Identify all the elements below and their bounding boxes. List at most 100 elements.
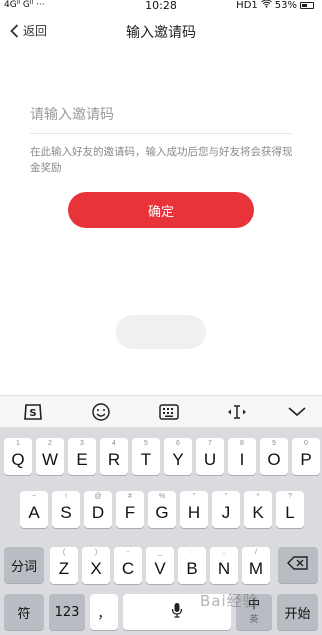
key-b[interactable]: :B bbox=[178, 547, 206, 584]
key-label: W bbox=[41, 449, 59, 469]
key-secondary-label: 2 bbox=[48, 440, 52, 447]
wifi-icon bbox=[260, 0, 272, 11]
key-secondary-label: ~ bbox=[31, 493, 37, 500]
key-label: M bbox=[248, 558, 264, 578]
key-secondary-label: " bbox=[192, 493, 196, 500]
key-r[interactable]: 4R bbox=[100, 438, 128, 475]
key-secondary-label: ) bbox=[94, 549, 98, 556]
key-y[interactable]: 6Y bbox=[164, 438, 192, 475]
key-secondary-label: / bbox=[255, 549, 257, 556]
key-label: U bbox=[203, 449, 217, 469]
nav-bar: 返回 输入邀请码 bbox=[0, 14, 322, 48]
key-secondary-label: _ bbox=[158, 549, 162, 556]
key-secondary-label: 3 bbox=[80, 440, 84, 447]
key-d[interactable]: @ D bbox=[84, 491, 112, 528]
key-label: H bbox=[187, 502, 201, 522]
key-secondary-label: ( bbox=[62, 549, 66, 556]
key-secondary-label: # bbox=[128, 493, 132, 500]
key-q[interactable]: 1Q bbox=[4, 438, 32, 475]
key-h[interactable]: " H bbox=[180, 491, 208, 528]
invite-code-input[interactable] bbox=[30, 100, 292, 130]
key-label: R bbox=[107, 449, 121, 469]
key-secondary-label: 6 bbox=[176, 440, 180, 447]
key-secondary-label: % bbox=[158, 493, 166, 500]
collapse-icon[interactable] bbox=[282, 401, 312, 423]
battery-icon bbox=[300, 1, 314, 9]
key-secondary-label: 7 bbox=[208, 440, 212, 447]
backspace-key[interactable] bbox=[278, 547, 318, 583]
key-u[interactable]: 7U bbox=[196, 438, 224, 475]
key-z[interactable]: (Z bbox=[50, 547, 78, 584]
key-v[interactable]: _ V bbox=[146, 547, 174, 584]
svg-text:S: S bbox=[29, 408, 36, 419]
key-n[interactable]: ; N bbox=[210, 547, 238, 584]
segment-key[interactable]: 分词 bbox=[4, 547, 44, 583]
status-right: HD1 53% bbox=[236, 0, 314, 11]
key-label: L bbox=[285, 502, 295, 522]
comma-key[interactable]: ， bbox=[90, 594, 118, 630]
keyboard-icon[interactable] bbox=[154, 401, 184, 423]
symbol-key[interactable]: 符 bbox=[4, 594, 44, 630]
key-j[interactable]: " J bbox=[212, 491, 240, 528]
status-bar: 4Gᴵᴵ Gᴵᴵ ··· 10:28 HD1 53% bbox=[0, 0, 322, 12]
key-p[interactable]: 0P bbox=[292, 438, 320, 475]
key-i[interactable]: 8I bbox=[228, 438, 256, 475]
key-o[interactable]: 9O bbox=[260, 438, 288, 475]
invite-hint: 在此输入好友的邀请码，输入成功后您与好友将会获得现金奖励 bbox=[30, 146, 293, 174]
key-secondary-label: ! bbox=[65, 493, 67, 500]
cn-en-sub-label: 英 bbox=[249, 615, 259, 625]
key-label: K bbox=[252, 502, 264, 522]
key-label: Z bbox=[58, 558, 70, 578]
key-m[interactable]: / M bbox=[242, 547, 270, 584]
key-secondary-label: * bbox=[256, 493, 260, 500]
key-e[interactable]: 3E bbox=[68, 438, 96, 475]
key-g[interactable]: % G bbox=[148, 491, 176, 528]
key-secondary-label: ; bbox=[223, 549, 225, 556]
key-label: D bbox=[91, 502, 105, 522]
enter-key-label: 开始 bbox=[284, 606, 311, 622]
key-label: N bbox=[217, 558, 231, 578]
key-secondary-label: " bbox=[224, 493, 228, 500]
watermark: Bai经验 bbox=[200, 592, 259, 610]
key-secondary-label: 9 bbox=[272, 440, 276, 447]
key-label: X bbox=[90, 558, 102, 578]
key-label: G bbox=[155, 502, 169, 522]
key-f[interactable]: # F bbox=[116, 491, 144, 528]
key-label: V bbox=[154, 558, 166, 578]
symbol-key-label: 符 bbox=[17, 606, 31, 622]
comma-key-label: ， bbox=[97, 606, 111, 622]
cursor-move-icon[interactable] bbox=[222, 401, 252, 423]
sogou-logo-icon[interactable]: S bbox=[18, 401, 48, 423]
key-k[interactable]: * K bbox=[244, 491, 272, 528]
key-secondary-label: 8 bbox=[240, 440, 244, 447]
backspace-icon bbox=[287, 555, 309, 575]
key-x[interactable]: ) X bbox=[82, 547, 110, 584]
number-key-label: 123 bbox=[54, 604, 80, 620]
confirm-button[interactable]: 确定 bbox=[68, 192, 254, 228]
key-label: O bbox=[267, 449, 281, 469]
key-label: Q bbox=[11, 449, 25, 469]
keyboard: 1Q2W3E4R5T6Y7U8I9O0P ~ A! S @ D # F% G " H " J * K? L … bbox=[0, 428, 322, 635]
key-label: T bbox=[140, 449, 152, 469]
key-label: F bbox=[124, 502, 136, 522]
key-label: E bbox=[76, 449, 88, 469]
key-label: C bbox=[121, 558, 135, 578]
microphone-icon bbox=[171, 602, 183, 623]
key-w[interactable]: 2W bbox=[36, 438, 64, 475]
key-label: P bbox=[300, 449, 312, 469]
battery-percent: 53% bbox=[274, 0, 297, 11]
key-s[interactable]: ! S bbox=[52, 491, 80, 528]
keyboard-toolbar: S bbox=[0, 395, 322, 428]
key-a[interactable]: ~ A bbox=[20, 491, 48, 528]
enter-key[interactable]: 开始 bbox=[277, 594, 318, 630]
key-secondary-label: 1 bbox=[16, 440, 20, 447]
key-label: B bbox=[186, 558, 198, 578]
key-t[interactable]: 5T bbox=[132, 438, 160, 475]
number-key[interactable]: 123 bbox=[49, 594, 85, 630]
key-label: Y bbox=[172, 449, 184, 469]
key-secondary-label: 5 bbox=[144, 440, 148, 447]
key-c[interactable]: -C bbox=[114, 547, 142, 584]
emoji-icon[interactable] bbox=[86, 401, 116, 423]
network-label: HD1 bbox=[236, 0, 258, 11]
key-l[interactable]: ? L bbox=[276, 491, 304, 528]
